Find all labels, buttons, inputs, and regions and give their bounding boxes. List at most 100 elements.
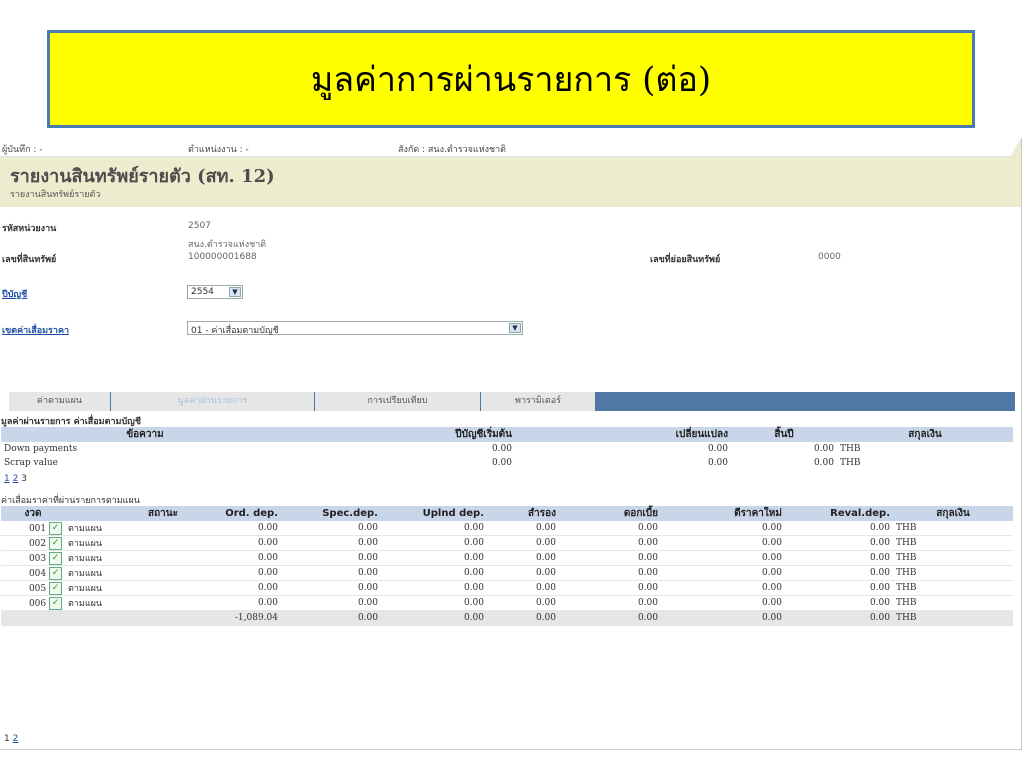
cell-revaluation: 0.00 <box>661 580 785 596</box>
report-form: รหัสหน่วยงาน 2507 สนง.ตำรวจแห่งชาติ เลขท… <box>0 207 1021 395</box>
cell-currency: THB <box>893 595 1013 611</box>
cell-interest: 0.00 <box>559 535 661 551</box>
cell-reval-dep-total: 0.00 <box>785 610 893 626</box>
cell-revaluation-total: 0.00 <box>661 610 785 626</box>
cell-end: 0.00 <box>813 458 834 468</box>
planned-depreciation-table: งวด สถานะ Ord. dep. Spec.dep. Uplnd dep.… <box>1 506 1013 626</box>
table-row: 001 ✓ ตามแผน 0.00 0.00 0.00 0.00 0.00 0.… <box>1 521 1013 536</box>
fiscal-year-link[interactable]: ปีบัญชี <box>2 287 27 301</box>
check-icon: ✓ <box>49 536 62 550</box>
tab-parameters[interactable]: พารามิเตอร์ <box>481 392 595 411</box>
cell-reval-dep: 0.00 <box>785 521 893 536</box>
cell-end: 0.00 <box>813 444 834 454</box>
posted-values-pager: 1 2 3 <box>4 474 27 484</box>
cell-ord-dep: 0.00 <box>181 580 281 596</box>
slide-title-banner: มูลค่าการผ่านรายการ (ต่อ) <box>47 30 975 128</box>
total-row: -1,089.04 0.00 0.00 0.00 0.00 0.00 0.00 … <box>1 610 1013 626</box>
planned-depreciation-pager: 1 2 <box>4 734 18 744</box>
table-row: 005 ✓ ตามแผน 0.00 0.00 0.00 0.00 0.00 0.… <box>1 580 1013 596</box>
cell-period: 004 ✓ <box>1 565 65 581</box>
asset-no-value: 100000001688 <box>188 252 257 262</box>
check-icon: ✓ <box>49 596 62 610</box>
cell-ord-dep: 0.00 <box>181 521 281 536</box>
planned-depreciation-title: ค่าเสื่อมราคาที่ผ่านรายการตามแผน <box>1 496 140 506</box>
col-currency: สกุลเงิน <box>837 427 1013 442</box>
chevron-down-icon[interactable]: ▼ <box>229 287 241 297</box>
unit-name-value: สนง.ตำรวจแห่งชาติ <box>188 240 267 250</box>
cell-reserve: 0.00 <box>487 521 559 536</box>
cell-spec-dep: 0.00 <box>281 595 381 611</box>
cell-spec-dep: 0.00 <box>281 535 381 551</box>
tab-plan-values[interactable]: ค่าตามแผน <box>9 392 110 411</box>
page-current-1: 1 <box>4 734 10 744</box>
depreciation-area-link[interactable]: เขตค่าเสื่อมราคา <box>2 323 69 337</box>
posted-values-table: ข้อความ ปีบัญชีเริ่มต้น เปลี่ยนแปลง สิ้น… <box>1 427 1013 470</box>
tab-comparison[interactable]: การเปรียบเทียบ <box>315 392 480 411</box>
col-spec-dep: Spec.dep. <box>281 506 381 521</box>
col-period: งวด <box>1 506 65 521</box>
cell-period <box>1 610 65 626</box>
cell-ord-dep: 0.00 <box>181 535 281 551</box>
chevron-down-icon[interactable]: ▼ <box>509 323 521 333</box>
cell-interest: 0.00 <box>559 550 661 566</box>
cell-period: 005 ✓ <box>1 580 65 596</box>
depreciation-area-value: 01 - ค่าเสื่อมตามบัญชี <box>191 326 279 336</box>
app-window: ผู้บันทึก : - ตำแหน่งงาน : - สังกัด : สน… <box>0 138 1022 750</box>
cell-revaluation: 0.00 <box>661 521 785 536</box>
cell-spec-dep: 0.00 <box>281 550 381 566</box>
col-currency: สกุลเงิน <box>893 506 1013 521</box>
col-text: ข้อความ <box>1 427 289 442</box>
cell-interest: 0.00 <box>559 580 661 596</box>
depreciation-area-select[interactable]: 01 - ค่าเสื่อมตามบัญชี ▼ <box>187 321 523 336</box>
recorder-label: ผู้บันทึก : - <box>2 145 43 155</box>
col-reserve: สำรอง <box>487 506 559 521</box>
cell-uplnd-dep: 0.00 <box>381 580 487 596</box>
cell-spec-dep: 0.00 <box>281 580 381 596</box>
cell-reval-dep: 0.00 <box>785 535 893 551</box>
tab-posted-values[interactable]: มูลค่าผ่านรายการ <box>111 392 314 411</box>
page-link-1[interactable]: 1 <box>4 474 10 484</box>
cell-revaluation: 0.00 <box>661 535 785 551</box>
cell-currency: THB <box>893 521 1013 536</box>
cell-status: ตามแผน <box>65 521 181 536</box>
tab-bar: ค่าตามแผน มูลค่าผ่านรายการ การเปรียบเทีย… <box>9 392 1015 411</box>
cell-currency: THB <box>893 565 1013 581</box>
cell-spec-dep: 0.00 <box>281 565 381 581</box>
page-link-2[interactable]: 2 <box>13 734 19 744</box>
table-row: 002 ✓ ตามแผน 0.00 0.00 0.00 0.00 0.00 0.… <box>1 535 1013 551</box>
user-info-bar: ผู้บันทึก : - ตำแหน่งงาน : - สังกัด : สน… <box>0 138 1021 157</box>
cell-ord-dep-total: -1,089.04 <box>181 610 281 626</box>
page-link-2[interactable]: 2 <box>13 474 19 484</box>
cell-currency: THB <box>893 580 1013 596</box>
col-change: เปลี่ยนแปลง <box>515 427 731 442</box>
cell-reserve: 0.00 <box>487 595 559 611</box>
cell-revaluation: 0.00 <box>661 565 785 581</box>
table-row: 004 ✓ ตามแผน 0.00 0.00 0.00 0.00 0.00 0.… <box>1 565 1013 581</box>
cell-change: 0.00 <box>707 444 728 454</box>
fiscal-year-select[interactable]: 2554 ▼ <box>187 285 243 299</box>
cell-change: 0.00 <box>707 458 728 468</box>
report-title: รายงานสินทรัพย์รายตัว (สท. 12) <box>10 166 275 187</box>
page-current-3: 3 <box>21 474 27 484</box>
unit-code-value: 2507 <box>188 221 211 231</box>
affiliation-label: สังกัด : สนง.ตำรวจแห่งชาติ <box>398 145 507 155</box>
cell-reval-dep: 0.00 <box>785 550 893 566</box>
cell-currency-total: THB <box>893 610 1013 626</box>
cell-reserve: 0.00 <box>487 580 559 596</box>
col-interest: ดอกเบี้ย <box>559 506 661 521</box>
cell-reserve: 0.00 <box>487 535 559 551</box>
cell-uplnd-dep: 0.00 <box>381 595 487 611</box>
cell-status <box>65 610 181 626</box>
table-row: Scrap value 0.00 0.00 0.00 THB <box>1 456 1013 470</box>
col-start-year: ปีบัญชีเริ่มต้น <box>289 427 515 442</box>
cell-reval-dep: 0.00 <box>785 595 893 611</box>
table-row: 006 ✓ ตามแผน 0.00 0.00 0.00 0.00 0.00 0.… <box>1 595 1013 611</box>
col-reval-dep: Reval.dep. <box>785 506 893 521</box>
cell-ord-dep: 0.00 <box>181 565 281 581</box>
check-icon: ✓ <box>49 551 62 565</box>
cell-interest: 0.00 <box>559 595 661 611</box>
cell-status: ตามแผน <box>65 580 181 596</box>
table-row: Down payments 0.00 0.00 0.00 THB <box>1 442 1013 456</box>
check-icon: ✓ <box>49 521 62 535</box>
asset-no-label: เลขที่สินทรัพย์ <box>2 255 57 265</box>
